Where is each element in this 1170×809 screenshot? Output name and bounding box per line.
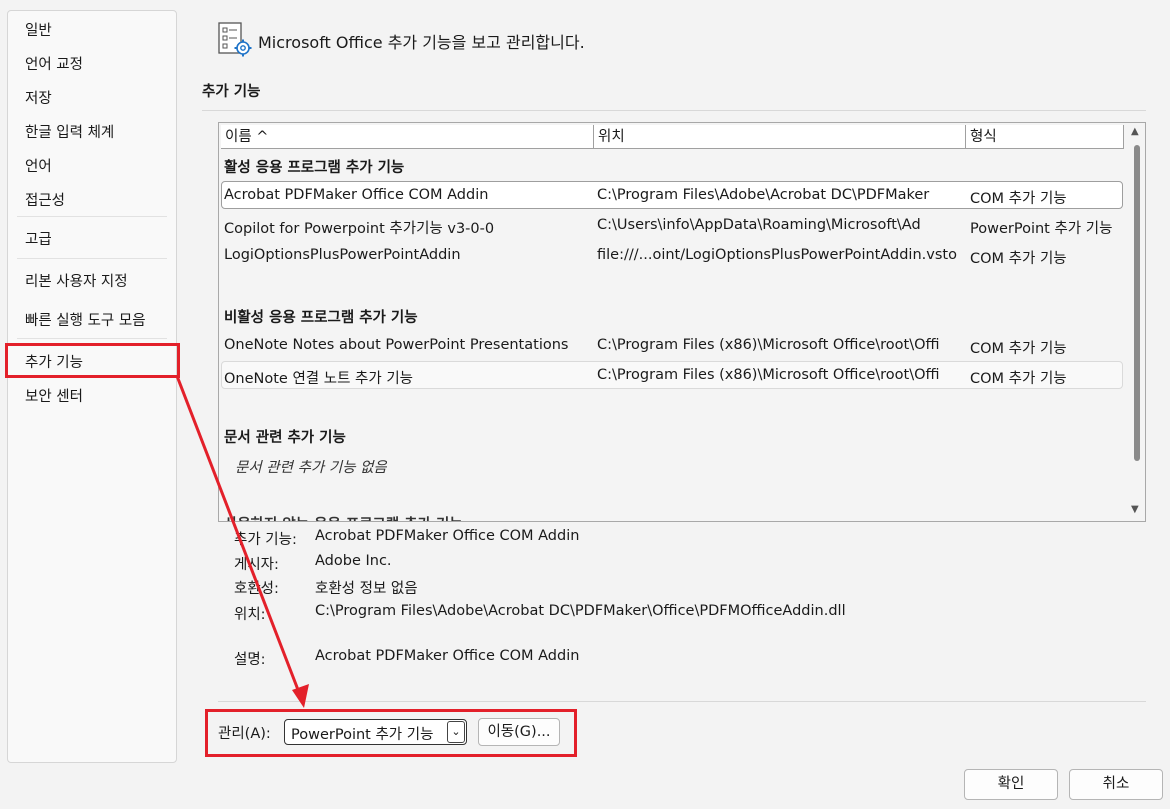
scroll-up-icon[interactable]: ▲ bbox=[1131, 126, 1139, 137]
sidebar-item-korean-input[interactable]: 한글 입력 체계 bbox=[25, 121, 114, 142]
list-item-name[interactable]: Copilot for Powerpoint 추가기능 v3-0-0 bbox=[224, 217, 589, 238]
sidebar-item-trust-center[interactable]: 보안 센터 bbox=[25, 385, 83, 406]
detail-value-compatibility: 호환성 정보 없음 bbox=[315, 581, 418, 597]
addins-list[interactable]: 이름 ^ 위치 형식 활성 응용 프로그램 추가 기능 Acrobat PDFM… bbox=[218, 122, 1146, 522]
list-item-location: C:\Program Files (x86)\Microsoft Office\… bbox=[597, 337, 940, 353]
list-item-location: C:\Program Files (x86)\Microsoft Office\… bbox=[597, 367, 940, 383]
detail-label-location: 위치: bbox=[234, 607, 266, 623]
list-item-location: C:\Users\info\AppData\Roaming\Microsoft\… bbox=[597, 217, 921, 233]
detail-label-publisher: 게시자: bbox=[234, 557, 279, 573]
sidebar-item-quick-access-toolbar[interactable]: 빠른 실행 도구 모음 bbox=[25, 309, 146, 330]
detail-value-description: Acrobat PDFMaker Office COM Addin bbox=[315, 648, 580, 664]
sidebar-divider bbox=[17, 338, 167, 339]
column-header-name[interactable]: 이름 ^ bbox=[221, 125, 594, 149]
sidebar-item-language[interactable]: 언어 bbox=[25, 155, 52, 176]
list-item-type: COM 추가 기능 bbox=[970, 251, 1067, 267]
group-title-document: 문서 관련 추가 기능 bbox=[224, 430, 346, 446]
list-item-name[interactable]: Acrobat PDFMaker Office COM Addin bbox=[224, 187, 589, 203]
sidebar-item-advanced[interactable]: 고급 bbox=[25, 228, 52, 249]
sidebar-item-accessibility[interactable]: 접근성 bbox=[25, 189, 65, 210]
highlight-box-addins bbox=[5, 343, 180, 378]
section-divider bbox=[202, 110, 1146, 111]
list-item-type: COM 추가 기능 bbox=[970, 371, 1067, 387]
manage-divider bbox=[218, 701, 1146, 702]
addins-settings-icon bbox=[218, 22, 252, 57]
list-item-name[interactable]: OneNote Notes about PowerPoint Presentat… bbox=[224, 337, 589, 353]
group-title-active: 활성 응용 프로그램 추가 기능 bbox=[224, 160, 405, 176]
highlight-box-manage bbox=[205, 709, 577, 757]
detail-value-addin: Acrobat PDFMaker Office COM Addin bbox=[315, 528, 580, 544]
group-title-inactive: 비활성 응용 프로그램 추가 기능 bbox=[224, 310, 418, 326]
scroll-down-icon[interactable]: ▼ bbox=[1131, 504, 1139, 515]
list-item-location: file:///...oint/LogiOptionsPlusPowerPoin… bbox=[597, 247, 957, 263]
sidebar-item-proofing[interactable]: 언어 교정 bbox=[25, 53, 83, 74]
detail-label-compatibility: 호환성: bbox=[234, 581, 279, 597]
column-header-location[interactable]: 위치 bbox=[594, 125, 966, 149]
empty-list-message: 문서 관련 추가 기능 없음 bbox=[235, 460, 387, 476]
group-title-disabled-partial: 사용하지 않는 응용 프로그램 추가 기능 bbox=[224, 513, 463, 521]
scroll-thumb[interactable] bbox=[1134, 145, 1140, 461]
sidebar-divider bbox=[17, 216, 167, 217]
cancel-button[interactable]: 취소 bbox=[1069, 769, 1163, 800]
page-title: Microsoft Office 추가 기능을 보고 관리합니다. bbox=[258, 33, 585, 52]
sidebar-item-customize-ribbon[interactable]: 리본 사용자 지정 bbox=[25, 270, 128, 291]
detail-label-addin: 추가 기능: bbox=[234, 532, 297, 548]
sidebar-divider bbox=[17, 258, 167, 259]
column-header-type[interactable]: 형식 bbox=[966, 125, 1124, 149]
list-scrollbar[interactable]: ▲ ▼ bbox=[1125, 123, 1145, 521]
list-item-type: COM 추가 기능 bbox=[970, 191, 1067, 207]
sidebar-item-general[interactable]: 일반 bbox=[25, 19, 52, 40]
list-item-location: C:\Program Files\Adobe\Acrobat DC\PDFMak… bbox=[597, 187, 930, 203]
list-item-name[interactable]: LogiOptionsPlusPowerPointAddin bbox=[224, 247, 589, 263]
section-title-addins: 추가 기능 bbox=[202, 84, 261, 100]
detail-value-publisher: Adobe Inc. bbox=[315, 553, 392, 569]
detail-label-description: 설명: bbox=[234, 652, 266, 668]
sidebar-item-save[interactable]: 저장 bbox=[25, 87, 52, 108]
ok-button[interactable]: 확인 bbox=[964, 769, 1058, 800]
detail-value-location: C:\Program Files\Adobe\Acrobat DC\PDFMak… bbox=[315, 603, 846, 619]
list-item-type: COM 추가 기능 bbox=[970, 341, 1067, 357]
list-item-type: PowerPoint 추가 기능 bbox=[970, 221, 1113, 237]
list-item-name[interactable]: OneNote 연결 노트 추가 기능 bbox=[224, 367, 589, 388]
